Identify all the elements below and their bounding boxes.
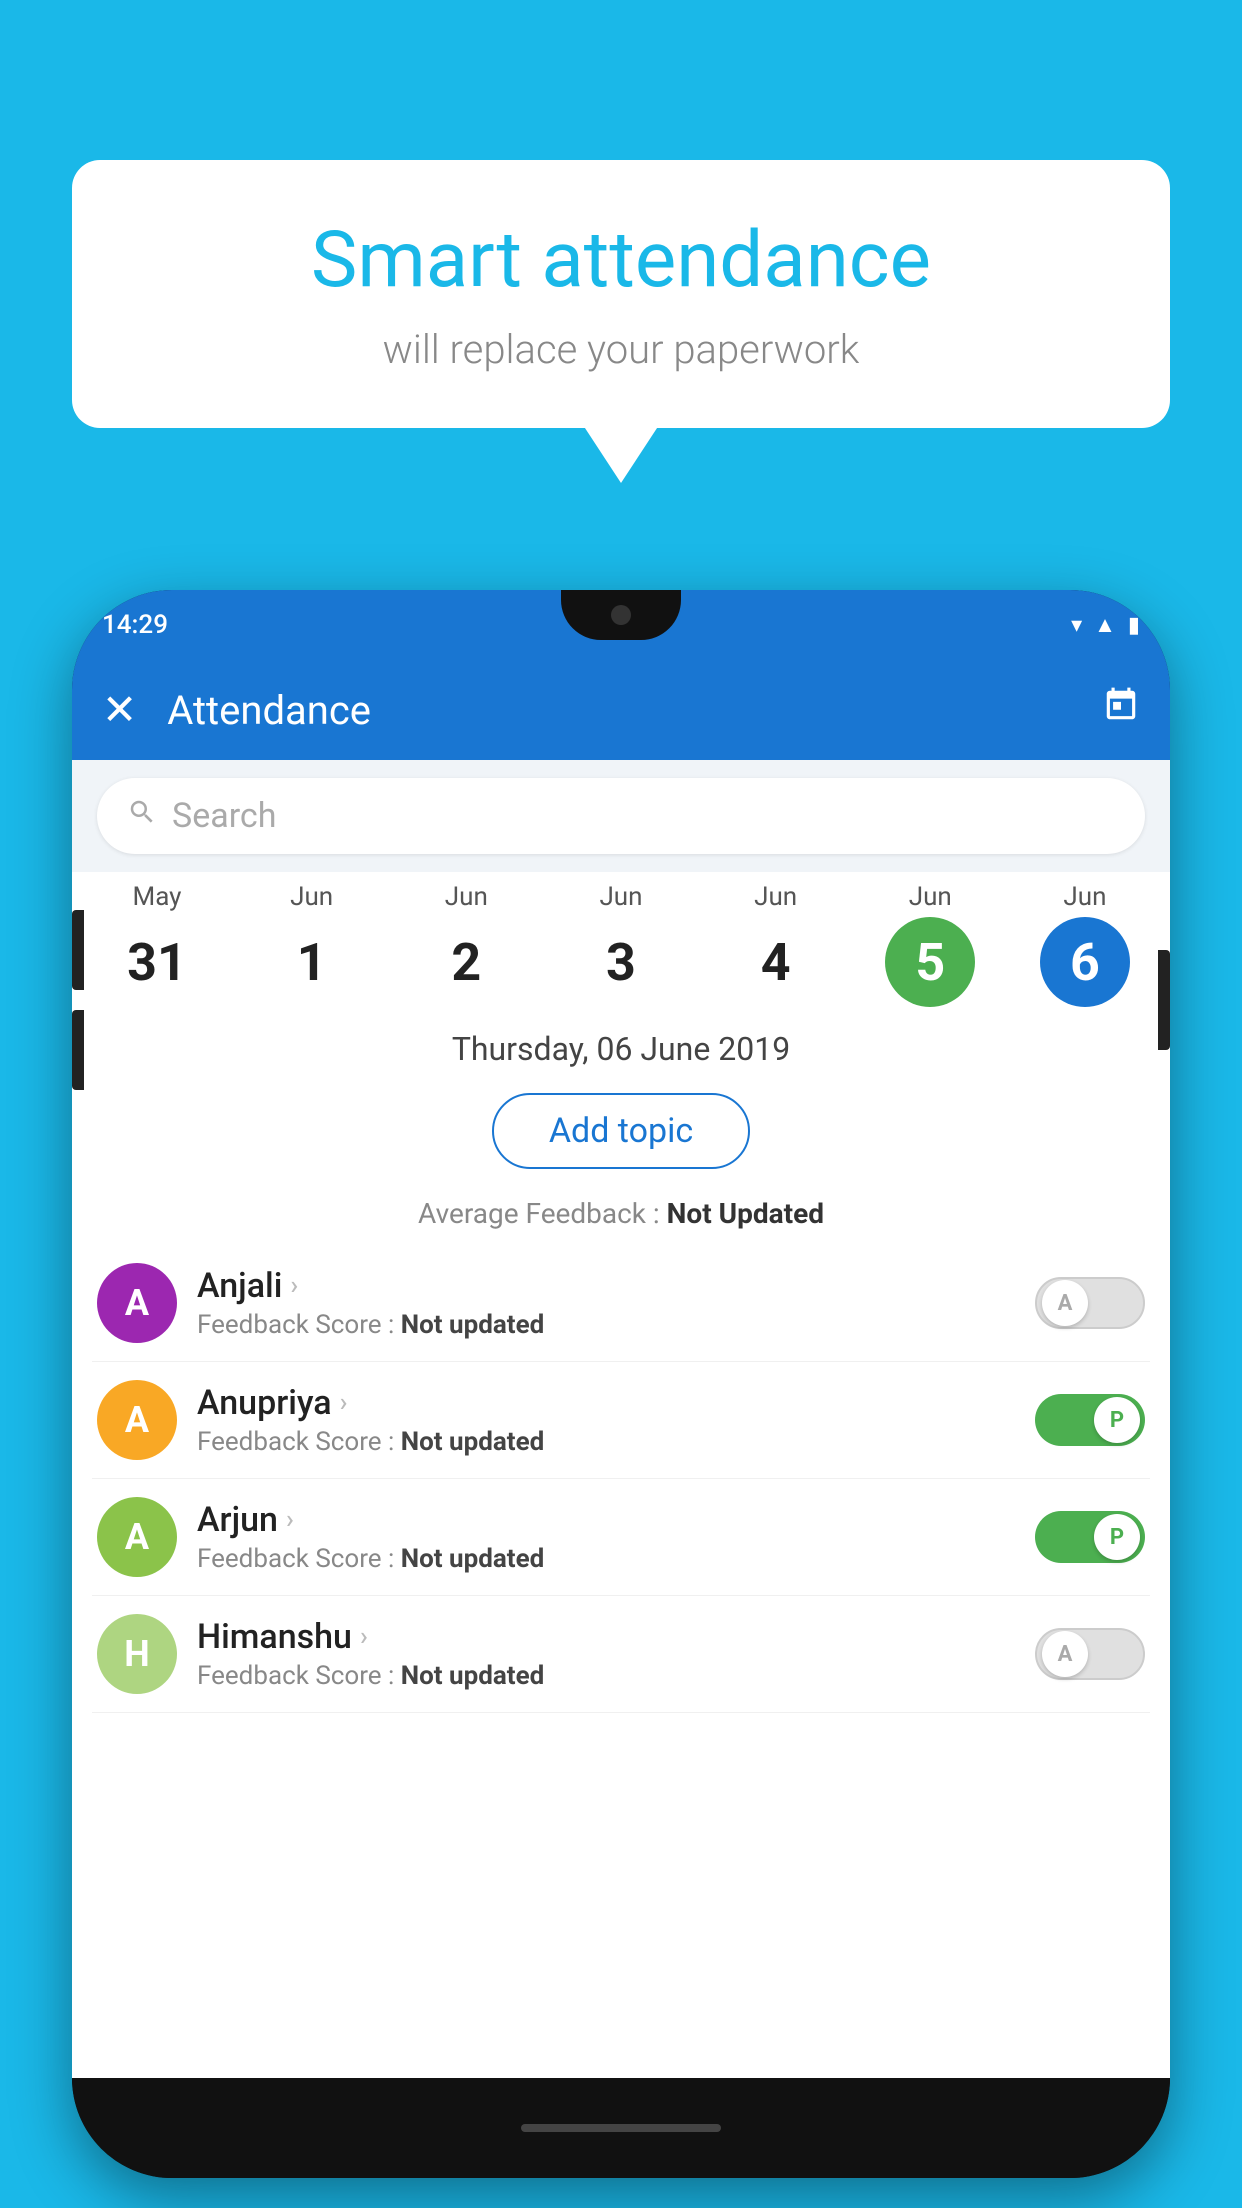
student-item: A Anjali › Feedback Score : Not updated A — [92, 1245, 1150, 1362]
avatar: A — [97, 1497, 177, 1577]
status-icons: ▾ ▲ ▮ — [1071, 612, 1140, 638]
student-name[interactable]: Himanshu › — [197, 1617, 1015, 1657]
app-title: Attendance — [167, 687, 1072, 734]
home-indicator — [521, 2124, 721, 2132]
speech-bubble-subtitle: will replace your paperwork — [132, 326, 1110, 373]
wifi-icon: ▾ — [1071, 613, 1082, 638]
close-button[interactable]: ✕ — [102, 685, 137, 735]
notch — [561, 590, 681, 640]
search-placeholder: Search — [172, 796, 276, 836]
average-feedback: Average Feedback : Not Updated — [72, 1189, 1170, 1245]
student-item: H Himanshu › Feedback Score : Not updated A — [92, 1596, 1150, 1713]
calendar-date-6[interactable]: Jun6 — [1020, 882, 1150, 1007]
toggle-knob: P — [1094, 1514, 1140, 1560]
avatar: H — [97, 1614, 177, 1694]
phone-frame: 14:29 ▾ ▲ ▮ ✕ Attendance — [72, 590, 1170, 2178]
feedback-score: Feedback Score : Not updated — [197, 1544, 1015, 1574]
student-name[interactable]: Anjali › — [197, 1266, 1015, 1306]
search-icon — [127, 797, 157, 835]
speech-bubble-container: Smart attendance will replace your paper… — [72, 160, 1170, 428]
toggle-knob: A — [1042, 1280, 1088, 1326]
speech-bubble: Smart attendance will replace your paper… — [72, 160, 1170, 428]
calendar-date-2[interactable]: Jun2 — [401, 882, 531, 1007]
attendance-toggle[interactable]: A — [1035, 1277, 1145, 1329]
avatar: A — [97, 1380, 177, 1460]
signal-icon: ▲ — [1094, 612, 1116, 638]
student-item: A Arjun › Feedback Score : Not updated P — [92, 1479, 1150, 1596]
toggle-wrap: A — [1035, 1277, 1145, 1329]
feedback-score: Feedback Score : Not updated — [197, 1661, 1015, 1691]
toggle-wrap: A — [1035, 1628, 1145, 1680]
search-bar: Search — [72, 760, 1170, 872]
phone-content: Search May31Jun1Jun2Jun3Jun4Jun5Jun6 Thu… — [72, 760, 1170, 2078]
feedback-score: Feedback Score : Not updated — [197, 1427, 1015, 1457]
calendar-date-4[interactable]: Jun4 — [711, 882, 841, 1007]
student-item: A Anupriya › Feedback Score : Not updated P — [92, 1362, 1150, 1479]
calendar-date-5[interactable]: Jun5 — [865, 882, 995, 1007]
attendance-toggle[interactable]: P — [1035, 1511, 1145, 1563]
student-name[interactable]: Anupriya › — [197, 1383, 1015, 1423]
feedback-score: Feedback Score : Not updated — [197, 1310, 1015, 1340]
vol-down-button — [72, 1010, 84, 1090]
speech-bubble-title: Smart attendance — [132, 215, 1110, 306]
battery-icon: ▮ — [1128, 613, 1140, 638]
chevron-icon: › — [286, 1505, 294, 1535]
attendance-toggle[interactable]: P — [1035, 1394, 1145, 1446]
toggle-wrap: P — [1035, 1394, 1145, 1446]
attendance-toggle[interactable]: A — [1035, 1628, 1145, 1680]
calendar-date-31[interactable]: May31 — [92, 882, 222, 1007]
chevron-icon: › — [290, 1271, 298, 1301]
student-name[interactable]: Arjun › — [197, 1500, 1015, 1540]
app-bar: ✕ Attendance — [72, 660, 1170, 760]
calendar-strip: May31Jun1Jun2Jun3Jun4Jun5Jun6 — [72, 872, 1170, 1012]
camera — [611, 605, 631, 625]
toggle-knob: P — [1094, 1397, 1140, 1443]
selected-date: Thursday, 06 June 2019 — [72, 1012, 1170, 1078]
phone-bottom — [72, 2078, 1170, 2178]
toggle-wrap: P — [1035, 1511, 1145, 1563]
calendar-date-3[interactable]: Jun3 — [556, 882, 686, 1007]
chevron-icon: › — [340, 1388, 348, 1418]
vol-up-button — [72, 910, 84, 990]
status-time: 14:29 — [102, 610, 168, 640]
toggle-knob: A — [1042, 1631, 1088, 1677]
calendar-icon[interactable] — [1102, 686, 1140, 734]
status-bar: 14:29 ▾ ▲ ▮ — [72, 590, 1170, 660]
search-field[interactable]: Search — [97, 778, 1145, 854]
avatar: A — [97, 1263, 177, 1343]
student-list: AAnjali ›Feedback Score : Not updatedAAA… — [72, 1245, 1170, 1713]
calendar-date-1[interactable]: Jun1 — [247, 882, 377, 1007]
add-topic-button[interactable]: Add topic — [492, 1093, 750, 1169]
power-button — [1158, 950, 1170, 1050]
chevron-icon: › — [360, 1622, 368, 1652]
